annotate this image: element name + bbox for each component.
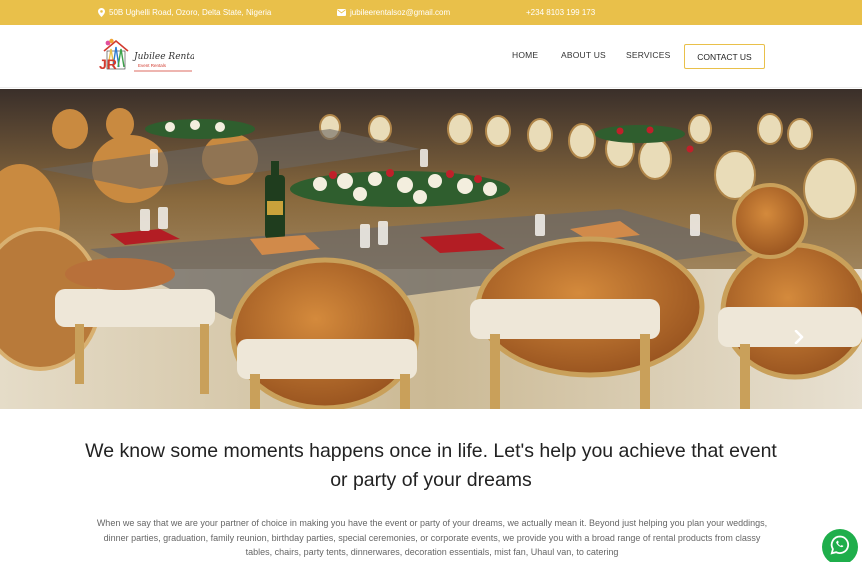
nav-about-us[interactable]: ABOUT US bbox=[561, 50, 606, 60]
map-pin-icon bbox=[98, 8, 105, 17]
slider-next-button[interactable] bbox=[790, 329, 808, 349]
email-item[interactable]: jubileerentalsoz@gmail.com bbox=[337, 0, 450, 25]
whatsapp-chat-button[interactable] bbox=[822, 529, 858, 562]
logo-monogram: JR bbox=[99, 56, 117, 72]
intro-paragraph: When we say that we are your partner of … bbox=[96, 518, 768, 557]
hero-slider bbox=[0, 89, 862, 409]
address-text: 50B Ughelli Road, Ozoro, Delta State, Ni… bbox=[109, 8, 272, 17]
logo-tagline: Event Rentals bbox=[138, 63, 167, 68]
chevron-right-icon bbox=[794, 329, 804, 349]
address-item: 50B Ughelli Road, Ozoro, Delta State, Ni… bbox=[98, 0, 271, 25]
nav-services[interactable]: SERVICES bbox=[626, 50, 670, 60]
contact-us-button[interactable]: CONTACT US bbox=[684, 44, 765, 69]
whatsapp-icon bbox=[829, 534, 851, 561]
top-info-bar: 50B Ughelli Road, Ozoro, Delta State, Ni… bbox=[0, 0, 862, 25]
phone-number[interactable]: +234 8103 199 173 bbox=[526, 8, 595, 17]
intro-headline: We know some moments happens once in lif… bbox=[85, 440, 777, 491]
hero-image bbox=[0, 89, 862, 409]
logo-name: Jubilee Rentals bbox=[132, 52, 194, 62]
email-link[interactable]: jubileerentalsoz@gmail.com bbox=[350, 8, 450, 17]
site-logo[interactable]: JR Jubilee Rentals Event Rentals bbox=[98, 37, 203, 77]
main-navbar: JR Jubilee Rentals Event Rentals HOME AB… bbox=[0, 25, 862, 88]
envelope-icon bbox=[337, 9, 346, 16]
phone-item[interactable]: +234 8103 199 173 bbox=[526, 0, 595, 25]
nav-home[interactable]: HOME bbox=[512, 50, 538, 60]
